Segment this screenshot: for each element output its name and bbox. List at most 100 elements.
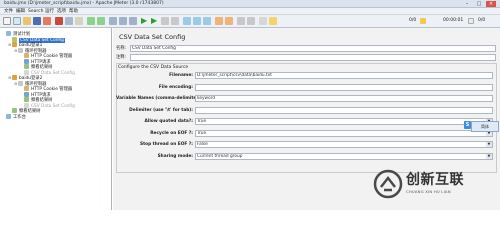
menu-search[interactable]: Search [28,8,43,15]
chevron-down-icon[interactable]: ▼ [486,153,492,159]
field-label: Filename: [169,73,193,78]
undo-icon[interactable] [87,17,95,25]
menu-file[interactable]: 文件 [4,8,13,15]
help-icon[interactable] [269,17,277,25]
field-value: False [197,142,208,147]
field-select[interactable]: False ▼ [195,141,493,148]
new-icon[interactable] [3,17,11,25]
redo-icon[interactable] [97,17,105,25]
tree-node-icon [24,91,29,97]
stop-icon[interactable] [161,17,169,25]
save-icon[interactable] [33,17,41,25]
remote-exit-icon[interactable] [203,17,211,25]
close-button[interactable]: × [486,1,496,7]
copy-icon[interactable] [65,17,73,25]
comment-field[interactable] [130,54,496,61]
watermark-logo-icon [373,169,403,199]
field-value: Current thread group [197,153,243,159]
watermark-brand: 创新互联 [406,172,464,188]
function-helper-icon[interactable] [259,17,267,25]
tree-node-icon [24,102,29,108]
menu-bar: 文件 编辑 Search 运行 选项 帮助 [0,8,500,15]
warning-count: 0/0 [409,18,417,23]
tree-node-icon [12,36,17,42]
field-label: Allow quoted data?: [144,119,193,124]
field-input[interactable] [195,83,493,91]
clear-icon[interactable] [215,17,223,25]
tree-node-label: 工作台 [13,114,26,120]
field-label: Recycle on EOF ?: [150,130,193,136]
maximize-button[interactable]: □ [474,1,484,7]
field-label: Variable Names (comma-delimited): [116,96,204,101]
start-icon[interactable]: ▶ [141,17,149,25]
menu-help[interactable]: 帮助 [69,8,78,15]
tree-node-icon [24,64,29,69]
comment-label: 注释: [116,55,127,60]
field-label: Delimiter (use '\t' for tab): [129,107,193,113]
shutdown-icon[interactable] [171,17,179,25]
menu-edit[interactable]: 编辑 [16,8,25,15]
field-select[interactable]: True▼ [195,118,493,125]
menu-options[interactable]: 选项 [57,8,66,15]
expand-icon[interactable] [109,17,117,25]
chevron-down-icon[interactable]: ▼ [486,142,492,147]
field-label: Sharing mode: [157,153,193,159]
status-indicator-icon [468,18,474,24]
field-select[interactable]: True▼ [195,129,493,137]
field-value: True [197,119,207,124]
open-icon[interactable] [23,17,31,25]
tree-node-icon [24,53,29,58]
tree-node-icon [18,47,23,53]
clear-all-icon[interactable] [225,17,233,25]
field-input[interactable] [195,106,493,114]
tree-node-icon [18,80,23,86]
field-input[interactable]: D:\jmeter_script\csv\data\baidu.txt [195,72,493,79]
name-field[interactable]: CSV Data Set Config [130,45,496,52]
field-label: Stop thread on EOF ?: [139,142,193,147]
collapse-icon[interactable] [119,17,127,25]
field-value: True [197,130,207,136]
start-no-pauses-icon[interactable]: ▶ [151,17,159,25]
tree-node-icon [6,31,11,36]
jmeter-window: baidu.jmx (D:\jmeter_script\baidu.jmx) -… [0,0,500,210]
tree-node[interactable]: 工作台 [2,113,26,120]
toggle-icon[interactable] [129,17,137,25]
test-plan-tree: 测试计划 CSV Data Set Config ⊖ baidu登录1 ⊖ 循环控制器 HT… [0,28,112,210]
field-label: File encoding: [158,84,193,90]
thread-count: 0/0 [478,18,486,23]
elapsed-time: 00:00:01 [443,18,464,23]
title-bar: baidu.jmx (D:\jmeter_script\baidu.jmx) -… [0,0,500,8]
save-as-icon[interactable] [43,17,51,25]
watermark-subtitle: CHUANG XIN HU LIAN [406,189,451,194]
watermark: 创新互联 CHUANG XIN HU LIAN [372,162,500,206]
tree-node-icon [24,97,29,102]
minimize-button[interactable]: – [462,1,472,7]
field-input[interactable]: keyword [195,95,493,102]
warning-icon[interactable] [420,18,426,24]
ime-icon[interactable]: S [464,121,471,129]
search-icon[interactable] [237,17,245,25]
field-select[interactable]: Current thread group ▼ [195,152,493,160]
menu-run[interactable]: 运行 [45,8,54,15]
tree-node-icon [12,108,17,113]
reset-search-icon[interactable] [247,17,255,25]
remote-start-icon[interactable] [183,17,191,25]
tree-node-icon [24,58,29,64]
tree-node-icon [24,69,29,75]
tree-node-icon [24,86,29,91]
cut-icon[interactable] [55,17,63,25]
group-title: Configure the CSV Data Source [118,65,189,70]
templates-icon[interactable] [13,17,21,25]
window-title: baidu.jmx (D:\jmeter_script\baidu.jmx) -… [4,1,164,6]
paste-icon[interactable] [75,17,83,25]
toolbar: ▶ ▶ 0/0 00:00:01 0/0 [0,15,500,28]
ime-tooltip: 简体 [471,121,499,132]
field-value: keyword [197,96,216,101]
tree-node-icon [12,75,17,80]
tree-node-icon [6,113,11,119]
name-label: 名称: [116,46,127,51]
remote-stop-icon[interactable] [193,17,201,25]
tree-node-icon [12,42,17,47]
field-value: D:\jmeter_script\csv\data\baidu.txt [197,73,272,78]
panel-title: CSV Data Set Config [119,33,186,41]
